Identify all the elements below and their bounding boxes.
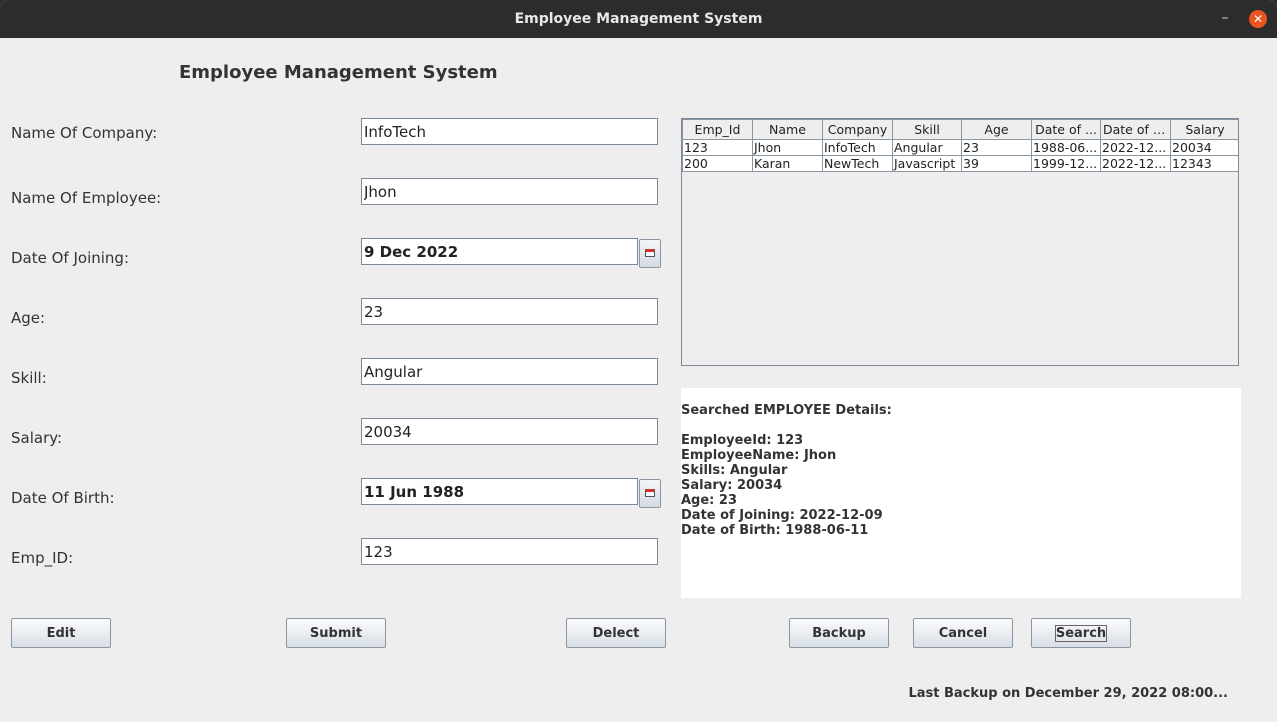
calendar-icon <box>645 249 655 257</box>
table-cell[interactable]: Javascript <box>892 155 962 172</box>
date-of-joining-field[interactable] <box>361 238 638 265</box>
table-cell[interactable]: 2022-12... <box>1100 155 1171 172</box>
column-header-company[interactable]: Company <box>822 119 893 140</box>
column-header-date-of-joining[interactable]: Date of J... <box>1100 119 1171 140</box>
cancel-button[interactable]: Cancel <box>913 618 1013 648</box>
date-of-birth-label: Date Of Birth: <box>11 489 115 507</box>
employee-name-field[interactable] <box>361 178 658 205</box>
skill-field[interactable] <box>361 358 658 385</box>
minimize-icon[interactable]: – <box>1216 9 1234 27</box>
table-cell[interactable]: 23 <box>961 139 1032 156</box>
detail-line: Date of Birth: 1988-06-11 <box>681 523 869 538</box>
app-window: Employee Management System – ✕ Employee … <box>0 0 1277 722</box>
table-cell[interactable]: NewTech <box>822 155 893 172</box>
table-cell[interactable]: 1999-12... <box>1031 155 1101 172</box>
backup-button[interactable]: Backup <box>789 618 889 648</box>
employee-name-label: Name Of Employee: <box>11 189 162 207</box>
table-cell[interactable]: 39 <box>961 155 1032 172</box>
emp-id-field[interactable] <box>361 538 658 565</box>
table-cell[interactable]: Karan <box>752 155 823 172</box>
detail-line: EmployeeName: Jhon <box>681 448 837 463</box>
edit-button[interactable]: Edit <box>11 618 111 648</box>
column-header-skill[interactable]: Skill <box>892 119 962 140</box>
close-icon[interactable]: ✕ <box>1249 10 1267 28</box>
age-label: Age: <box>11 309 46 327</box>
page-title: Employee Management System <box>179 62 498 83</box>
detail-line: Age: 23 <box>681 493 737 508</box>
search-button[interactable]: Search <box>1031 618 1131 648</box>
submit-button[interactable]: Submit <box>286 618 386 648</box>
table-cell[interactable]: 20034 <box>1170 139 1238 156</box>
detail-line: EmployeeId: 123 <box>681 433 804 448</box>
column-header-name[interactable]: Name <box>752 119 823 140</box>
emp-id-label: Emp_ID: <box>11 549 74 567</box>
table-cell[interactable]: InfoTech <box>822 139 893 156</box>
search-results-title: Searched EMPLOYEE Details: <box>681 403 892 418</box>
table-row[interactable]: 123 Jhon InfoTech Angular 23 1988-06... … <box>682 139 1238 156</box>
date-of-joining-calendar-button[interactable] <box>639 239 661 268</box>
table-row[interactable]: 200 Karan NewTech Javascript 39 1999-12.… <box>682 155 1238 172</box>
column-header-age[interactable]: Age <box>961 119 1032 140</box>
salary-field[interactable] <box>361 418 658 445</box>
window-title: Employee Management System <box>514 11 763 27</box>
backup-status: Last Backup on December 29, 2022 08:00..… <box>908 686 1228 701</box>
table-cell[interactable]: 123 <box>682 139 753 156</box>
table-cell[interactable]: 12343 <box>1170 155 1238 172</box>
search-results-panel: Searched EMPLOYEE Details: EmployeeId: 1… <box>681 388 1241 598</box>
age-field[interactable] <box>361 298 658 325</box>
company-field[interactable] <box>361 118 658 145</box>
table-cell[interactable]: Angular <box>892 139 962 156</box>
table-cell[interactable]: 200 <box>682 155 753 172</box>
search-button-label: Search <box>1054 624 1108 642</box>
company-label: Name Of Company: <box>11 124 158 142</box>
column-header-salary[interactable]: Salary <box>1170 119 1238 140</box>
calendar-icon <box>645 489 655 497</box>
salary-label: Salary: <box>11 429 63 447</box>
column-header-emp-id[interactable]: Emp_Id <box>682 119 753 140</box>
date-of-birth-calendar-button[interactable] <box>639 479 661 508</box>
title-bar: Employee Management System – ✕ <box>0 0 1277 38</box>
table-cell[interactable]: 1988-06... <box>1031 139 1101 156</box>
date-of-birth-field[interactable] <box>361 478 638 505</box>
detail-line: Salary: 20034 <box>681 478 783 493</box>
employee-table[interactable]: Emp_Id Name Company Skill Age Date of ..… <box>681 118 1239 366</box>
table-cell[interactable]: 2022-12... <box>1100 139 1171 156</box>
detail-line: Date of Joining: 2022-12-09 <box>681 508 883 523</box>
date-of-joining-label: Date Of Joining: <box>11 249 130 267</box>
column-header-date-of-birth[interactable]: Date of ... <box>1031 119 1101 140</box>
delete-button[interactable]: Delect <box>566 618 666 648</box>
detail-line: Skills: Angular <box>681 463 788 478</box>
skill-label: Skill: <box>11 369 47 387</box>
table-cell[interactable]: Jhon <box>752 139 823 156</box>
